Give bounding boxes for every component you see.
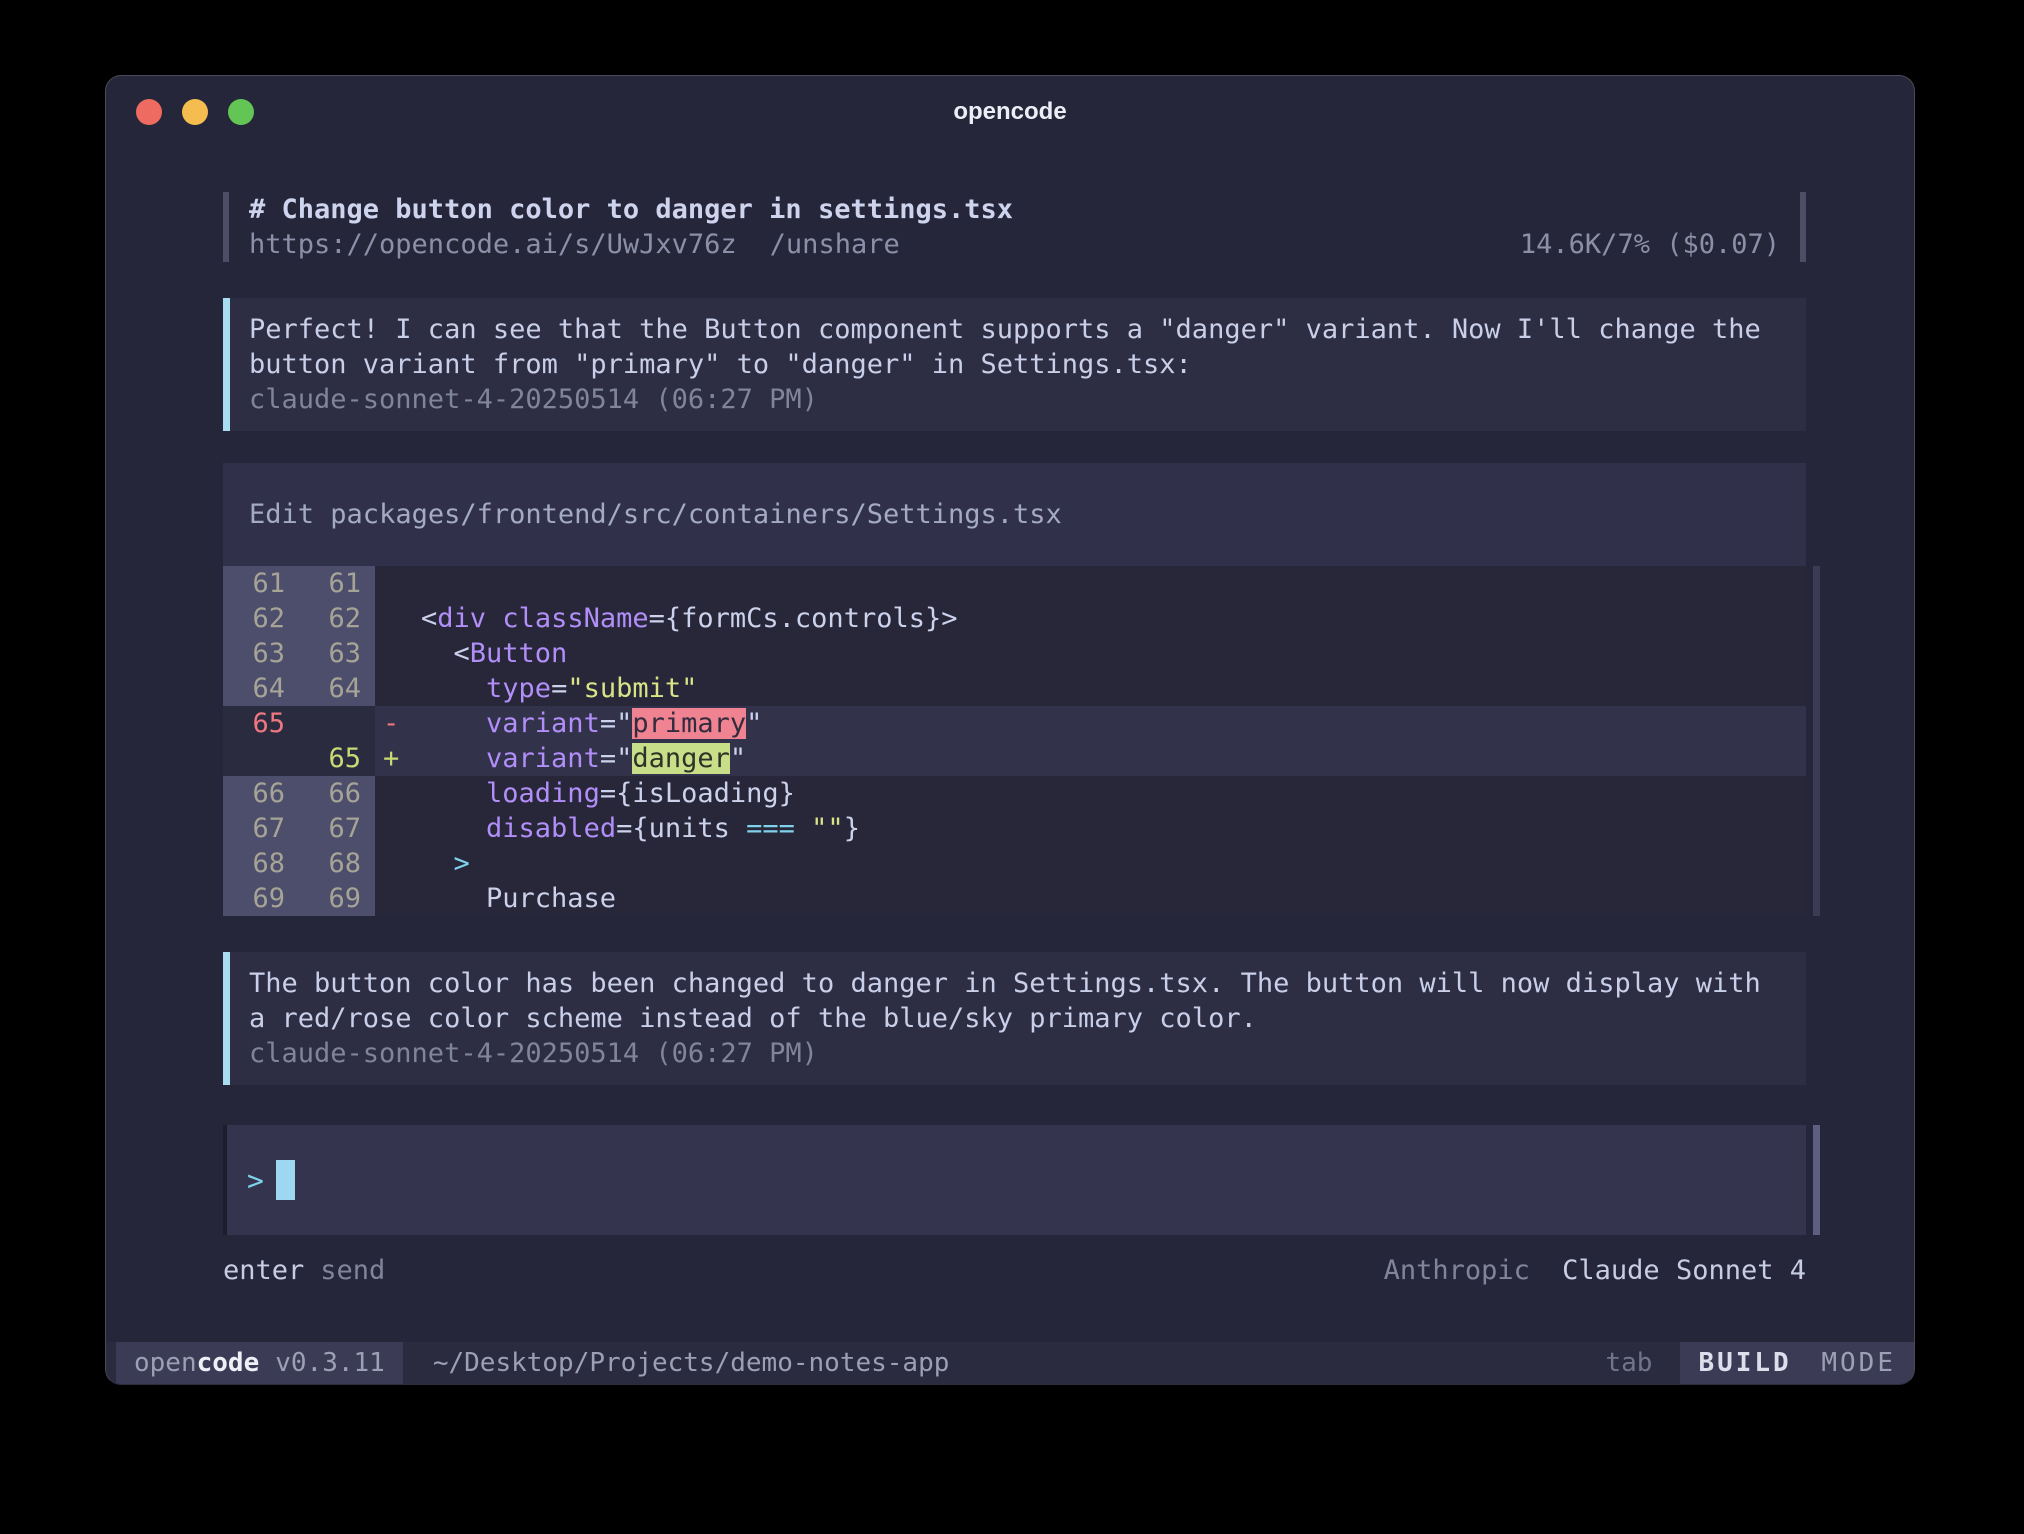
diff-row: 6363 <Button [223,636,1806,671]
unshare-command[interactable]: /unshare [770,227,900,262]
diff-sign [375,811,421,846]
code-line: loading={isLoading} [421,776,795,811]
code-line: variant="primary" [421,706,762,741]
diff-sign [375,671,421,706]
close-window-button[interactable] [136,99,162,125]
assistant-message: The button color has been changed to dan… [223,952,1806,1085]
edit-action-label: Edit [249,499,314,530]
old-line-number: 62 [223,601,299,636]
new-line-number: 62 [299,601,375,636]
mode-suffix: MODE [1821,1348,1896,1378]
app-version: v0.3.11 [275,1342,385,1384]
new-line-number: 67 [299,811,375,846]
old-line-number: 61 [223,566,299,601]
diff-sign [375,566,421,601]
code-line: type="submit" [421,671,697,706]
zoom-window-button[interactable] [228,99,254,125]
edit-file-path: packages/frontend/src/containers/Setting… [330,499,1062,530]
tab-key-hint: tab [1605,1342,1652,1384]
prompt-chevron-icon: > [247,1163,264,1198]
text-cursor [276,1160,295,1200]
diff-row: 6767 disabled={units === ""} [223,811,1806,846]
diff-row: 6666 loading={isLoading} [223,776,1806,811]
new-line-number: 64 [299,671,375,706]
traffic-lights [136,76,254,148]
send-action-hint: send [320,1253,385,1288]
diff-view: 61616262 <div className={formCs.controls}… [223,566,1806,916]
new-line-number [299,706,375,741]
prompt-input[interactable]: > [223,1125,1806,1235]
session-header: # Change button color to danger in setti… [223,192,1806,262]
old-line-number: 64 [223,671,299,706]
edit-tool-block: Edit packages/frontend/src/containers/Se… [223,463,1806,916]
diff-sign [375,881,421,916]
code-line: <div className={formCs.controls}> [421,601,957,636]
diff-row: 65 - variant="primary" [223,706,1806,741]
mode-name: BUILD [1698,1348,1791,1378]
window-title: opencode [953,98,1066,126]
diff-sign: + [375,741,421,776]
diff-sign [375,776,421,811]
diff-row: 6161 [223,566,1806,601]
old-line-number [223,741,299,776]
new-line-number: 65 [299,741,375,776]
token-usage-stats: 14.6K/7% ($0.07) [1520,227,1780,262]
opencode-window: opencode # Change button color to danger… [105,75,1915,1385]
code-line: variant="danger" [421,741,746,776]
app-name-open: open [134,1342,197,1384]
app-name-code: code [197,1342,260,1384]
code-line: Purchase [421,881,616,916]
share-url-link[interactable]: https://opencode.ai/s/UwJxv76z [249,227,737,262]
new-line-number: 68 [299,846,375,881]
input-right-bar [1813,1125,1820,1235]
session-title: # Change button color to danger in setti… [249,192,1780,227]
header-right-bar [1800,192,1806,262]
code-line: disabled={units === ""} [421,811,860,846]
old-line-number: 66 [223,776,299,811]
code-line: > [421,846,470,881]
assistant-message-text: The button color has been changed to dan… [249,966,1786,1036]
model-info: Anthropic Claude Sonnet 4 [1384,1253,1806,1288]
new-line-number: 69 [299,881,375,916]
old-line-number: 69 [223,881,299,916]
app-version-chip: opencode v0.3.11 [116,1342,403,1384]
old-line-number: 67 [223,811,299,846]
model-provider: Anthropic [1384,1255,1530,1286]
diff-row: 6969 Purchase [223,881,1806,916]
minimize-window-button[interactable] [182,99,208,125]
edit-scrollbar[interactable] [1813,566,1820,916]
diff-sign: - [375,706,421,741]
assistant-message-meta: claude-sonnet-4-20250514 (06:27 PM) [249,1036,1786,1071]
edit-tool-header: Edit packages/frontend/src/containers/Se… [223,463,1806,566]
status-bar: opencode v0.3.11 ~/Desktop/Projects/demo… [106,1342,1914,1384]
enter-key-hint: enter [223,1253,304,1288]
old-line-number: 68 [223,846,299,881]
diff-row: 6262 <div className={formCs.controls}> [223,601,1806,636]
old-line-number: 65 [223,706,299,741]
mode-toggle-chip[interactable]: BUILD MODE [1680,1342,1914,1384]
assistant-message-meta: claude-sonnet-4-20250514 (06:27 PM) [249,382,1786,417]
assistant-message: Perfect! I can see that the Button compo… [223,298,1806,431]
old-line-number: 63 [223,636,299,671]
code-line: <Button [421,636,567,671]
diff-sign [375,846,421,881]
diff-sign [375,601,421,636]
working-directory: ~/Desktop/Projects/demo-notes-app [433,1342,950,1384]
diff-row: 6868 > [223,846,1806,881]
diff-sign [375,636,421,671]
diff-row: 65+ variant="danger" [223,741,1806,776]
new-line-number: 61 [299,566,375,601]
model-name: Claude Sonnet 4 [1562,1255,1806,1286]
assistant-message-text: Perfect! I can see that the Button compo… [249,312,1786,382]
new-line-number: 66 [299,776,375,811]
diff-row: 6464 type="submit" [223,671,1806,706]
new-line-number: 63 [299,636,375,671]
titlebar: opencode [106,76,1914,148]
hint-row: enter send Anthropic Claude Sonnet 4 [223,1253,1806,1288]
